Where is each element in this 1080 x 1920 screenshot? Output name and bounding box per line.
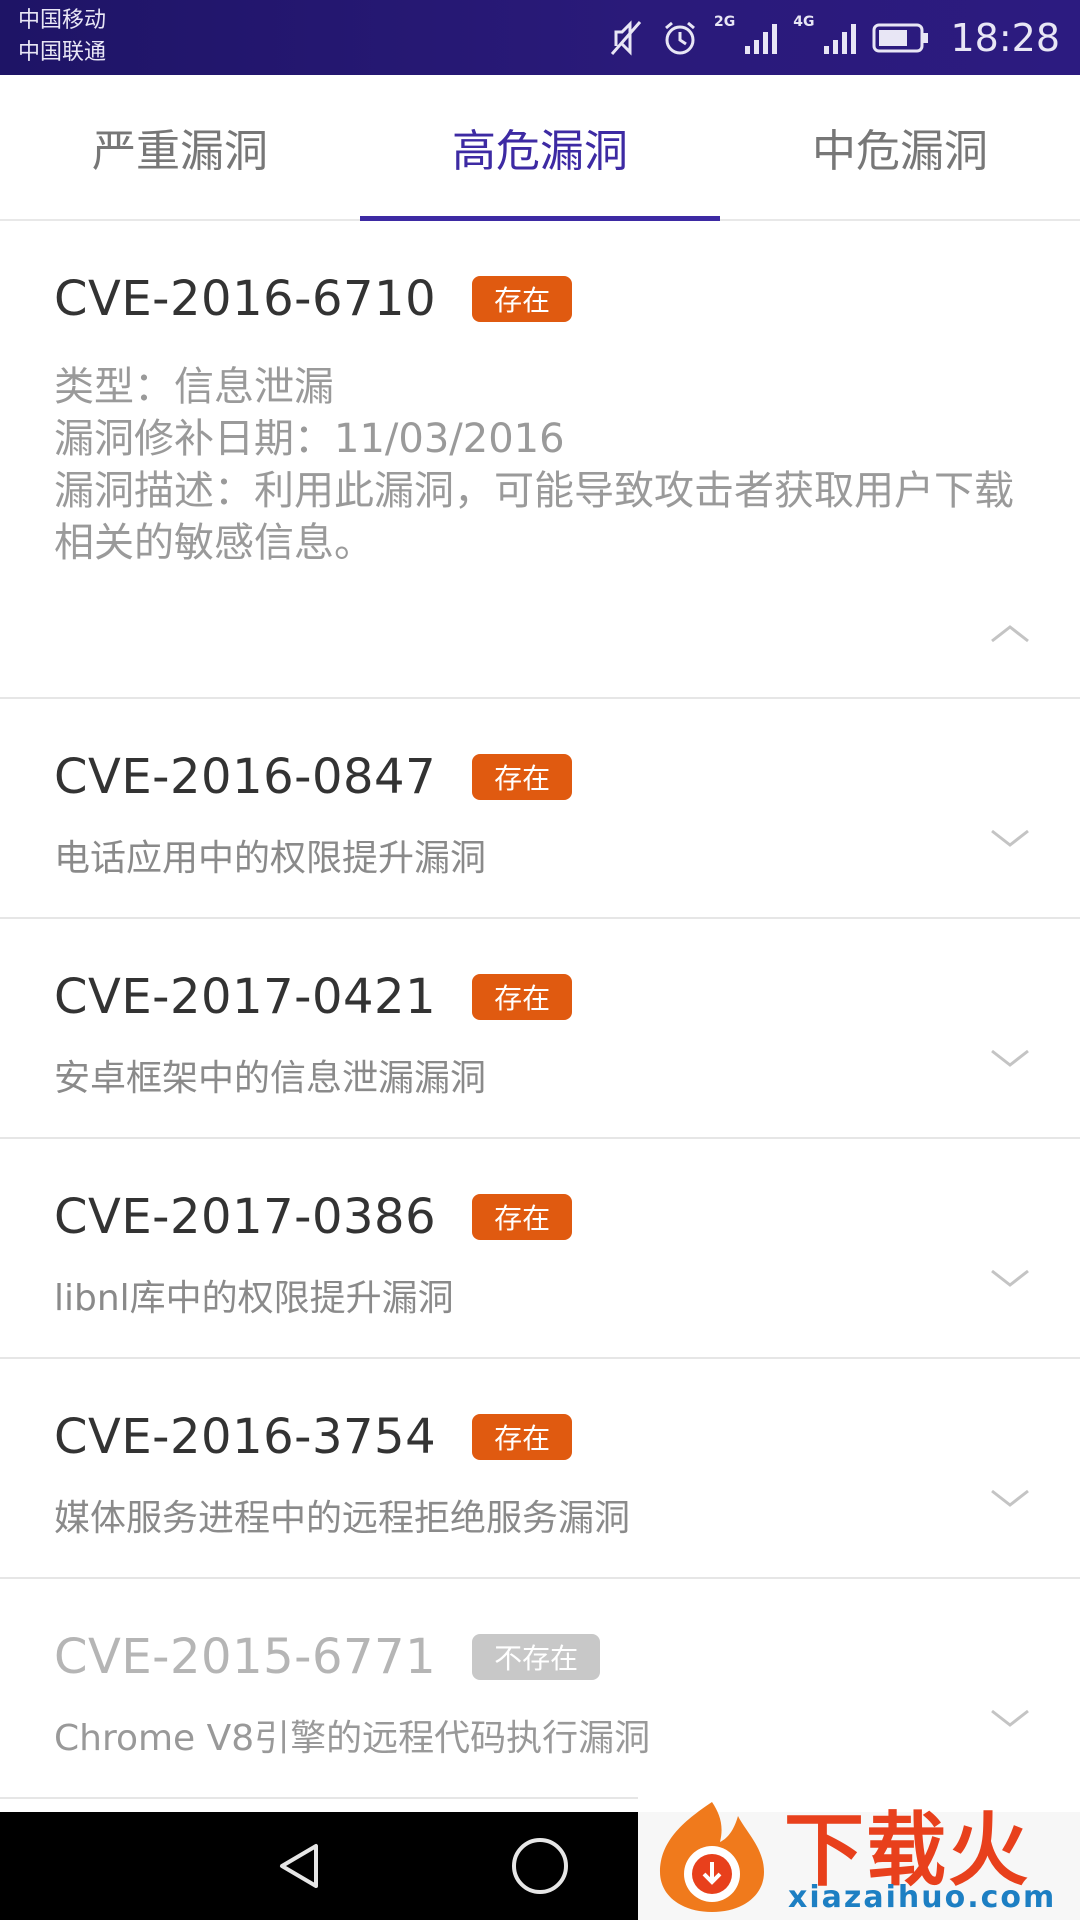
alarm-icon	[660, 18, 700, 58]
home-icon[interactable]	[508, 1834, 572, 1898]
tab-high[interactable]: 高危漏洞	[360, 75, 720, 221]
signal-icon	[822, 20, 858, 56]
status-badge: 存在	[472, 1414, 573, 1460]
chevron-down-icon[interactable]	[990, 1047, 1030, 1071]
chevron-down-icon[interactable]	[990, 1707, 1030, 1731]
tab-critical[interactable]: 严重漏洞	[0, 75, 360, 219]
severity-tabs: 严重漏洞 高危漏洞 中危漏洞	[0, 75, 1080, 221]
vulnerability-item[interactable]: CVE-2017-0386 存在 libnl库中的权限提升漏洞	[0, 1139, 1080, 1359]
vulnerability-list: CVE-2016-6710 存在 类型：信息泄漏 漏洞修补日期：11/03/20…	[0, 221, 1080, 1799]
vulnerability-item[interactable]: CVE-2016-3754 存在 媒体服务进程中的远程拒绝服务漏洞	[0, 1359, 1080, 1579]
vulnerability-summary: 安卓框架中的信息泄漏漏洞	[54, 1058, 487, 1099]
status-badge: 存在	[472, 754, 573, 800]
vulnerability-item[interactable]: CVE-2016-0847 存在 电话应用中的权限提升漏洞	[0, 699, 1080, 919]
battery-icon	[872, 22, 930, 54]
cve-id: CVE-2015-6771	[54, 1629, 437, 1685]
vulnerability-item[interactable]: CVE-2017-0421 存在 安卓框架中的信息泄漏漏洞	[0, 919, 1080, 1139]
flame-logo-icon	[642, 1792, 782, 1920]
vulnerability-description: 漏洞描述：利用此漏洞，可能导致攻击者获取用户下载相关的敏感信息。	[54, 468, 1014, 566]
chevron-down-icon[interactable]	[990, 827, 1030, 851]
vulnerability-summary: libnl库中的权限提升漏洞	[54, 1278, 454, 1319]
carrier-2: 中国联通	[18, 40, 107, 65]
status-badge: 存在	[472, 1194, 573, 1240]
carrier-1: 中国移动	[18, 8, 107, 33]
patch-date: 漏洞修补日期：11/03/2016	[54, 416, 565, 462]
status-badge: 不存在	[472, 1634, 601, 1680]
watermark-domain: xiazaihuo.com	[788, 1880, 1057, 1915]
vulnerability-item[interactable]: CVE-2015-6771 不存在 Chrome V8引擎的远程代码执行漏洞	[0, 1579, 1080, 1799]
cve-id: CVE-2016-0847	[54, 749, 437, 805]
vulnerability-summary: 媒体服务进程中的远程拒绝服务漏洞	[54, 1498, 631, 1539]
chevron-down-icon[interactable]	[990, 1487, 1030, 1511]
cve-id: CVE-2016-3754	[54, 1409, 437, 1465]
vulnerability-summary: Chrome V8引擎的远程代码执行漏洞	[54, 1718, 651, 1759]
vulnerability-details: 类型：信息泄漏 漏洞修补日期：11/03/2016 漏洞描述：利用此漏洞，可能导…	[54, 361, 1014, 569]
status-bar: 中国移动 中国联通 2G 4G 18:28	[0, 0, 1080, 75]
chevron-down-icon[interactable]	[990, 1267, 1030, 1291]
network-4g-label: 4G	[793, 13, 815, 30]
signal-icon	[743, 20, 779, 56]
cve-id: CVE-2017-0421	[54, 969, 437, 1025]
vulnerability-item[interactable]: CVE-2016-6710 存在 类型：信息泄漏 漏洞修补日期：11/03/20…	[0, 221, 1080, 699]
back-icon[interactable]	[268, 1834, 332, 1898]
silent-icon	[606, 18, 646, 58]
status-badge: 存在	[472, 974, 573, 1020]
vulnerability-summary: 电话应用中的权限提升漏洞	[54, 838, 487, 879]
vulnerability-type: 类型：信息泄漏	[54, 364, 334, 410]
chevron-up-icon[interactable]	[990, 621, 1030, 645]
cve-id: CVE-2016-6710	[54, 271, 437, 327]
status-badge: 存在	[472, 276, 573, 322]
watermark: 下载火 xiazaihuo.com	[638, 1782, 1080, 1920]
network-2g-label: 2G	[714, 13, 736, 30]
tab-medium[interactable]: 中危漏洞	[720, 75, 1080, 219]
cve-id: CVE-2017-0386	[54, 1189, 437, 1245]
clock: 18:28	[950, 15, 1060, 60]
